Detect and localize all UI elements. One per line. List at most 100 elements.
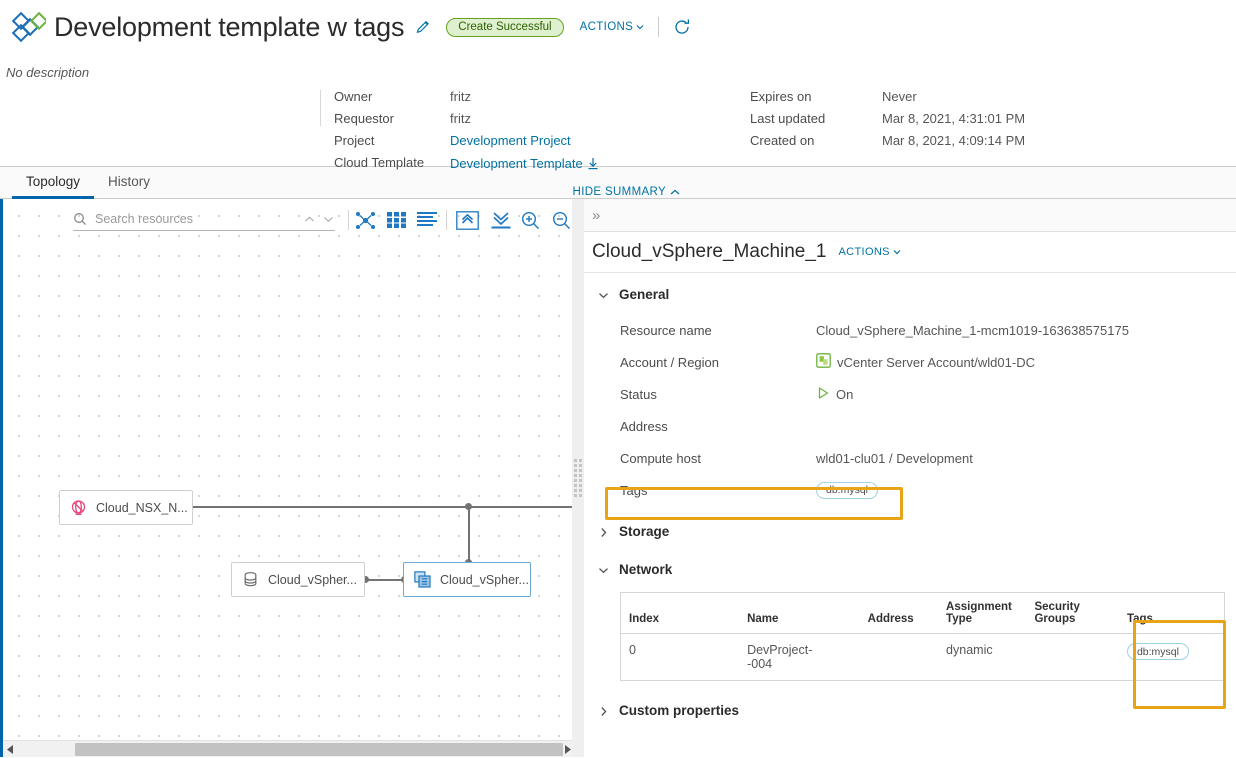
search-input[interactable] (93, 211, 297, 227)
summary-value-last-updated: Mar 8, 2021, 4:31:01 PM (882, 111, 1026, 126)
disk-storage-icon (242, 571, 259, 588)
section-label-general: General (619, 287, 670, 302)
column-header-address: Address (859, 592, 939, 634)
tag-chip[interactable]: db:mysql (816, 481, 879, 499)
zoom-in-icon[interactable] (521, 211, 540, 235)
header-actions-button[interactable]: ACTIONS (580, 21, 645, 33)
topology-node-nsx-network[interactable]: Cloud_NSX_N... (59, 490, 193, 525)
refresh-icon[interactable] (673, 18, 691, 36)
summary-value-expires-on: Never (882, 89, 917, 104)
title-row: Development template w tags Create Succe… (0, 0, 1236, 44)
property-value-wrap: On (816, 386, 853, 403)
topology-graph-icon[interactable] (355, 211, 376, 235)
tag-chip[interactable]: db:mysql (1126, 643, 1189, 660)
search-resources-field[interactable] (73, 208, 335, 231)
summary-panel: No description Owner fritz Requestor fri… (0, 44, 1236, 198)
summary-left-column: Owner fritz Requestor fritz Project Deve… (334, 89, 599, 175)
property-key: Resource name (620, 322, 712, 338)
vsphere-machine-icon (414, 571, 431, 588)
chevron-right-icon (598, 705, 609, 716)
chevron-down-icon[interactable] (322, 213, 335, 226)
column-header-assignment-type: Assignment Type (938, 592, 1027, 634)
topology-canvas[interactable]: Cloud_NSX_N... Cloud_vSpher... (0, 199, 572, 757)
hide-summary-button[interactable]: HIDE SUMMARY (573, 186, 680, 198)
pencil-icon[interactable] (415, 19, 432, 36)
chevron-down-icon (893, 250, 901, 255)
column-header-tags: Tags (1118, 592, 1225, 634)
tab-topology[interactable]: Topology (12, 167, 95, 199)
property-key: Address (620, 418, 668, 434)
scrollbar-thumb[interactable] (75, 742, 563, 756)
section-label-storage: Storage (619, 524, 670, 539)
property-value-wrap: db:mysql (816, 481, 879, 499)
nsx-network-icon (70, 499, 87, 516)
summary-key-project: Project (334, 133, 375, 148)
chevron-down-icon (598, 564, 609, 575)
topology-node-vsphere-disk[interactable]: Cloud_vSpher... (231, 562, 365, 597)
property-key: Account / Region (620, 354, 720, 370)
cell-index: 0 (620, 633, 740, 681)
property-value: vCenter Server Account/wld01-DC (837, 354, 1035, 370)
property-row-account-region: Account / Region vCenter Server Account/… (620, 346, 1236, 378)
section-label-custom-properties: Custom properties (619, 703, 740, 718)
summary-value-cloud-template-wrap: Development Template (450, 155, 599, 175)
detail-topbar: » (584, 199, 1236, 232)
toolbar-separator-1 (348, 210, 349, 230)
double-chevron-right-icon[interactable]: » (592, 208, 600, 223)
topology-horizontal-scrollbar[interactable] (3, 740, 572, 757)
summary-value-project[interactable]: Development Project (450, 133, 599, 149)
section-header-network[interactable]: Network (584, 562, 1236, 577)
summary-key-cloud-template: Cloud Template (334, 155, 425, 170)
column-header-index: Index (620, 592, 740, 634)
detail-actions-button[interactable]: ACTIONS (839, 246, 901, 258)
collapse-all-icon[interactable] (490, 211, 512, 235)
detail-actions-label: ACTIONS (838, 246, 890, 258)
column-header-name: Name (739, 592, 860, 634)
vmware-diamond-logo-icon (11, 11, 49, 43)
section-header-custom-properties[interactable]: Custom properties (584, 703, 1236, 718)
property-key: Tags (620, 482, 648, 498)
property-value: Cloud_vSphere_Machine_1-mcm1019-16363857… (816, 322, 1129, 338)
header-actions-label: ACTIONS (579, 21, 634, 33)
power-on-icon (816, 386, 830, 403)
edge-storage-to-machine (365, 579, 405, 581)
cell-address (859, 633, 939, 681)
scroll-left-arrow-icon[interactable] (3, 741, 18, 758)
detail-title: Cloud_vSphere_Machine_1 (592, 241, 827, 262)
chevron-up-icon[interactable] (303, 213, 316, 226)
summary-key-requestor: Requestor (334, 111, 394, 126)
topology-node-label: Cloud_vSpher... (268, 572, 357, 587)
splitter-grip (574, 459, 582, 497)
grid-view-icon[interactable] (387, 212, 406, 233)
panel-splitter[interactable] (572, 199, 584, 757)
table-row[interactable]: 0 DevProject- -004 dynamic db:mysql (620, 633, 1225, 681)
network-table: Index Name Address Assignment Type Secur… (620, 592, 1225, 681)
summary-value-cloud-template[interactable]: Development Template (450, 156, 583, 171)
scroll-right-arrow-icon[interactable] (560, 741, 572, 758)
description-text: No description (6, 65, 90, 80)
property-key: Compute host (620, 450, 701, 466)
vcenter-account-icon (816, 353, 831, 371)
download-icon[interactable] (587, 157, 599, 175)
property-value: wld01-clu01 / Development (816, 450, 973, 466)
summary-key-owner: Owner (334, 89, 373, 104)
status-badge: Create Successful (446, 17, 564, 37)
zoom-out-icon[interactable] (552, 211, 571, 235)
column-header-security-groups: Security Groups (1026, 592, 1119, 634)
list-view-icon[interactable] (417, 212, 437, 233)
property-value-wrap: vCenter Server Account/wld01-DC (816, 353, 1035, 371)
section-header-general[interactable]: General (584, 287, 1236, 302)
chevron-right-icon (598, 526, 609, 537)
search-icon (74, 213, 87, 226)
section-header-storage[interactable]: Storage (584, 524, 1236, 539)
cell-name: DevProject- -004 (739, 633, 860, 681)
tab-history[interactable]: History (94, 167, 164, 199)
summary-value-requestor: fritz (450, 111, 471, 126)
expand-all-icon[interactable] (456, 211, 479, 235)
property-key: Status (620, 386, 657, 402)
summary-key-expires-on: Expires on (750, 89, 812, 104)
topology-node-vsphere-machine[interactable]: Cloud_vSpher... (403, 562, 531, 597)
resource-detail-panel: » Cloud_vSphere_Machine_1 ACTIONS Genera… (584, 199, 1236, 757)
property-row-compute-host: Compute host wld01-clu01 / Development (620, 442, 1236, 474)
cell-security-groups (1026, 633, 1119, 681)
